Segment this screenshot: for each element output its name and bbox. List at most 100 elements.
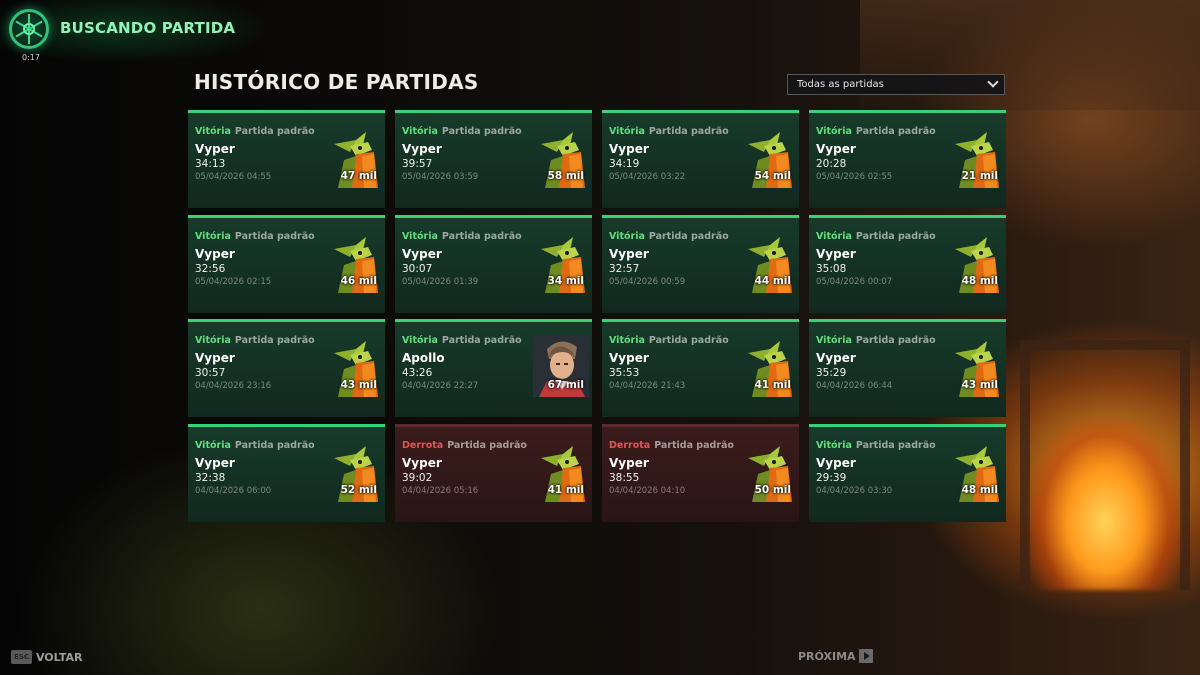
match-card[interactable]: Vitória Partida padrão Apollo 43:26 04/04… (395, 319, 592, 417)
match-networth: 46 mil (340, 274, 377, 287)
match-card[interactable]: Vitória Partida padrão Vyper 29:39 04/04/… (809, 423, 1006, 522)
match-networth: 43 mil (961, 379, 998, 391)
match-networth: 50 mil (754, 483, 791, 496)
match-hero-name: Vyper (195, 142, 235, 156)
match-hero-name: Vyper (609, 246, 649, 261)
match-card[interactable]: Vitória Partida padrão Vyper 30:07 05/04/… (395, 214, 592, 313)
match-result-line: Vitória Partida padrão (816, 440, 936, 451)
match-duration: 43:26 (402, 367, 433, 379)
match-networth: 41 mil (547, 483, 584, 496)
match-result: Vitória (816, 335, 852, 346)
match-date: 05/04/2026 00:59 (609, 276, 686, 287)
match-result: Vitória (816, 439, 852, 451)
match-result: Vitória (816, 126, 852, 137)
match-card[interactable]: Vitória Partida padrão Vyper 34:13 05/04/… (188, 110, 385, 208)
match-card[interactable]: Vitória Partida padrão Vyper 35:53 04/04/… (602, 319, 799, 417)
match-date: 05/04/2026 04:55 (195, 172, 272, 182)
match-result: Vitória (195, 126, 231, 137)
match-mode: Partida padrão (234, 335, 315, 346)
match-card[interactable]: Derrota Partida padrão Vyper 38:55 04/04/… (602, 423, 799, 522)
match-networth: 48 mil (961, 274, 998, 287)
match-hero-name: Apollo (402, 351, 445, 365)
match-history-grid: Vitória Partida padrão Vyper 34:13 05/04/… (188, 110, 1006, 522)
match-result-line: Vitória Partida padrão (609, 126, 729, 137)
matchmaking-wheel-icon (9, 9, 49, 49)
match-date: 04/04/2026 22:27 (402, 381, 479, 391)
match-mode: Partida padrão (648, 230, 729, 242)
match-duration: 32:38 (195, 471, 226, 484)
match-hero-name: Vyper (195, 246, 235, 261)
match-networth: 21 mil (961, 170, 998, 182)
match-hero-name: Vyper (402, 455, 442, 470)
match-card[interactable]: Vitória Partida padrão Vyper 39:57 05/04/… (395, 110, 592, 208)
match-networth: 41 mil (754, 379, 791, 391)
match-result-line: Derrota Partida padrão (402, 440, 527, 451)
match-card[interactable]: Vitória Partida padrão Vyper 35:29 04/04/… (809, 319, 1006, 417)
match-card[interactable]: Vitória Partida padrão Vyper 32:57 05/04/… (602, 214, 799, 313)
match-mode: Partida padrão (234, 126, 315, 137)
match-result: Vitória (195, 335, 231, 346)
chevron-down-icon (987, 76, 999, 88)
match-result: Vitória (402, 126, 438, 137)
match-hero-name: Vyper (195, 351, 235, 365)
match-duration: 35:53 (609, 367, 640, 379)
match-mode: Partida padrão (648, 126, 729, 137)
match-card[interactable]: Vitória Partida padrão Vyper 35:08 05/04/… (809, 214, 1006, 313)
match-result-line: Vitória Partida padrão (609, 231, 729, 242)
background-fire (1030, 420, 1180, 590)
match-duration: 35:08 (816, 262, 847, 275)
match-date: 04/04/2026 06:00 (195, 485, 272, 496)
match-mode: Partida padrão (441, 126, 522, 137)
page-title: HISTÓRICO DE PARTIDAS (194, 70, 479, 94)
match-duration: 30:57 (195, 367, 226, 379)
matchmaking-timer: 0:17 (22, 53, 40, 62)
next-label: PRÓXIMA (798, 649, 856, 663)
match-filter-dropdown[interactable]: Todas as partidas (787, 74, 1005, 95)
match-card[interactable]: Vitória Partida padrão Vyper 34:19 05/04/… (602, 110, 799, 208)
match-result-line: Vitória Partida padrão (816, 335, 936, 346)
match-mode: Partida padrão (855, 335, 936, 346)
match-hero-name: Vyper (816, 351, 856, 365)
match-date: 04/04/2026 06:44 (816, 381, 893, 391)
esc-key-icon: ESC (11, 650, 32, 664)
match-duration: 38:55 (609, 471, 640, 484)
match-date: 04/04/2026 21:43 (609, 381, 686, 391)
match-card[interactable]: Vitória Partida padrão Vyper 32:56 05/04/… (188, 214, 385, 313)
match-hero-name: Vyper (609, 351, 649, 365)
match-date: 05/04/2026 02:15 (195, 276, 272, 287)
match-result: Vitória (609, 126, 645, 137)
matchmaking-title: BUSCANDO PARTIDA (60, 19, 236, 37)
match-date: 04/04/2026 04:10 (609, 485, 686, 496)
match-hero-name: Vyper (816, 246, 856, 261)
match-mode: Partida padrão (234, 439, 315, 451)
match-duration: 29:39 (816, 471, 847, 484)
match-date: 05/04/2026 03:59 (402, 172, 479, 182)
match-networth: 58 mil (547, 170, 584, 182)
match-result-line: Vitória Partida padrão (609, 335, 729, 346)
match-result: Vitória (402, 230, 438, 242)
match-networth: 47 mil (340, 170, 377, 182)
match-duration: 39:57 (402, 158, 433, 170)
match-mode: Partida padrão (441, 335, 522, 346)
match-mode: Partida padrão (648, 335, 729, 346)
match-result-line: Vitória Partida padrão (195, 126, 315, 137)
match-date: 05/04/2026 00:07 (816, 276, 893, 287)
play-arrow-icon (858, 649, 873, 663)
match-card[interactable]: Derrota Partida padrão Vyper 39:02 04/04/… (395, 423, 592, 522)
back-button[interactable]: ESC VOLTAR (11, 649, 82, 665)
match-hero-name: Vyper (816, 455, 856, 470)
match-date: 05/04/2026 02:55 (816, 172, 893, 182)
next-button[interactable]: PRÓXIMA (798, 649, 873, 663)
match-hero-name: Vyper (402, 142, 442, 156)
matchmaking-status[interactable]: BUSCANDO PARTIDA 0:17 (0, 0, 300, 66)
back-label: VOLTAR (35, 650, 83, 664)
match-hero-name: Vyper (402, 246, 442, 261)
match-result-line: Vitória Partida padrão (816, 126, 936, 137)
match-card[interactable]: Vitória Partida padrão Vyper 20:28 05/04/… (809, 110, 1006, 208)
match-duration: 35:29 (816, 367, 847, 379)
match-card[interactable]: Vitória Partida padrão Vyper 32:38 04/04/… (188, 423, 385, 522)
match-filter-value: Todas as partidas (797, 79, 884, 90)
match-result-line: Vitória Partida padrão (195, 231, 315, 242)
match-networth: 43 mil (340, 379, 377, 391)
match-card[interactable]: Vitória Partida padrão Vyper 30:57 04/04/… (188, 319, 385, 417)
